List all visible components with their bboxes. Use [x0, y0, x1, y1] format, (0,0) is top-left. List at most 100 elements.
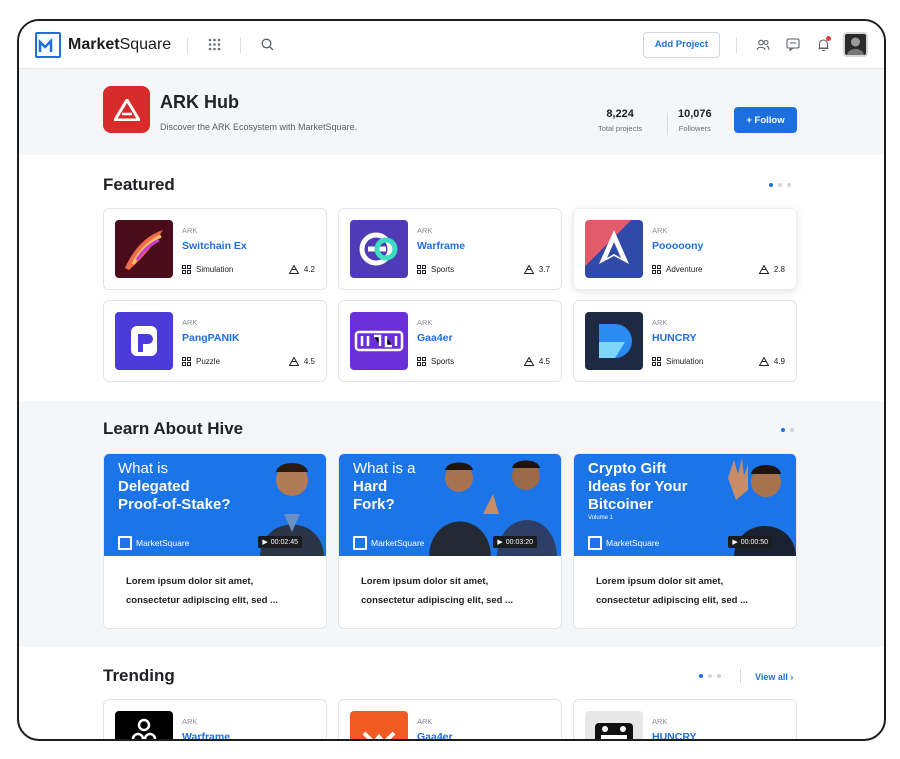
brand-logo[interactable]: MarketSquare	[35, 31, 172, 58]
video-duration: ▶ 00:03:20	[493, 536, 537, 548]
project-card[interactable]: ARK Gaa4er Sports 4.5	[338, 300, 562, 382]
follow-button[interactable]: + Follow	[734, 107, 797, 133]
divider	[736, 36, 737, 53]
video-thumbnail[interactable]: Crypto Gift Ideas for Your Bitcoiner Volume…	[574, 454, 796, 556]
marketsquare-watermark: MarketSquare	[588, 536, 659, 550]
divider	[240, 36, 242, 53]
learn-title: Learn About Hive	[103, 419, 244, 438]
video-thumbnail[interactable]: What is Delegated Proof-of-Stake? MarketSq…	[104, 454, 326, 556]
presenter-image	[429, 460, 557, 556]
featured-pagination	[769, 183, 791, 187]
project-card[interactable]: ARK Pooooony Adventure 2.8	[573, 208, 797, 290]
project-rating: 4.2	[288, 265, 315, 274]
view-all-link[interactable]: View all ›	[755, 672, 793, 682]
category-icon	[652, 357, 661, 366]
chat-icon[interactable]	[783, 35, 803, 55]
project-org: ARK	[182, 318, 198, 327]
project-name[interactable]: Pooooony	[652, 240, 703, 252]
marketsquare-watermark: MarketSquare	[353, 536, 424, 550]
project-name[interactable]: Gaa4er	[417, 332, 453, 344]
project-thumbnail	[350, 312, 408, 370]
project-genre: Sports	[417, 357, 454, 366]
project-card[interactable]: ARK Warframe	[103, 699, 327, 739]
project-name[interactable]: Warframe	[417, 240, 465, 252]
rating-icon	[523, 265, 534, 274]
video-description: Lorem ipsum dolor sit amet, consectetur a…	[361, 576, 514, 606]
video-description: Lorem ipsum dolor sit amet, consectetur a…	[596, 576, 749, 606]
project-org: ARK	[417, 318, 433, 327]
video-title: Crypto Gift Ideas for Your Bitcoiner Volume…	[588, 460, 688, 521]
video-description: Lorem ipsum dolor sit amet, consectetur a…	[126, 576, 279, 606]
rating-icon	[758, 357, 769, 366]
project-card[interactable]: ARK Switchain Ex Simulation 4.2	[103, 208, 327, 290]
project-rating: 4.5	[523, 357, 550, 366]
hub-header: ARK Hub Discover the ARK Ecosystem with …	[19, 69, 884, 155]
project-genre: Sports	[417, 265, 454, 274]
category-icon	[182, 265, 191, 274]
bell-icon[interactable]	[813, 35, 833, 55]
video-card[interactable]: Crypto Gift Ideas for Your Bitcoiner Volume…	[573, 453, 797, 629]
project-name[interactable]: HUNCRY	[652, 731, 697, 739]
marketsquare-logo-icon	[353, 536, 367, 550]
project-card[interactable]: ARK HUNCRY Simulation 4.9	[573, 300, 797, 382]
marketsquare-logo-icon	[588, 536, 602, 550]
project-card[interactable]: ARK Warframe Sports 3.7	[338, 208, 562, 290]
notification-dot	[826, 35, 831, 41]
rating-icon	[288, 265, 299, 274]
marketsquare-logo-icon	[35, 31, 61, 58]
project-rating: 3.7	[523, 265, 550, 274]
video-thumbnail[interactable]: What is a Hard Fork? MarketSquare ▶ 00:03:2…	[339, 454, 561, 556]
people-icon[interactable]	[753, 35, 773, 55]
video-title: What is a Hard Fork?	[353, 460, 416, 513]
category-icon	[417, 265, 426, 274]
play-icon: ▶	[262, 539, 268, 546]
project-name[interactable]: PangPANIK	[182, 332, 240, 344]
rating-icon	[288, 357, 299, 366]
pagination-dot[interactable]	[717, 674, 721, 678]
project-name[interactable]: Gaa4er	[417, 731, 453, 739]
video-card[interactable]: What is Delegated Proof-of-Stake? MarketSq…	[103, 453, 327, 629]
project-thumbnail	[115, 220, 173, 278]
video-duration: ▶ 00:02:45	[258, 536, 302, 548]
pagination-dot[interactable]	[769, 183, 773, 187]
project-name[interactable]: Warframe	[182, 731, 230, 739]
project-thumbnail	[585, 711, 643, 739]
avatar[interactable]	[843, 32, 868, 57]
add-project-button[interactable]: Add Project	[642, 31, 720, 58]
project-org: ARK	[417, 226, 433, 235]
video-title: What is Delegated Proof-of-Stake?	[118, 460, 231, 513]
pagination-dot[interactable]	[790, 428, 794, 432]
play-icon: ▶	[732, 539, 738, 546]
project-card[interactable]: ARK PangPANIK Puzzle 4.5	[103, 300, 327, 382]
rating-icon	[523, 357, 534, 366]
divider	[667, 113, 668, 135]
search-icon[interactable]	[257, 35, 277, 55]
project-org: ARK	[417, 717, 433, 726]
project-name[interactable]: HUNCRY	[652, 332, 697, 344]
project-thumbnail	[585, 312, 643, 370]
learn-pagination	[781, 428, 794, 432]
pagination-dot[interactable]	[787, 183, 791, 187]
video-card[interactable]: What is a Hard Fork? MarketSquare ▶ 00:03:2…	[338, 453, 562, 629]
top-bar: MarketSquare Add Project	[19, 21, 884, 69]
project-name[interactable]: Switchain Ex	[182, 240, 247, 252]
pagination-dot[interactable]	[699, 674, 703, 678]
divider	[740, 669, 741, 683]
project-org: ARK	[182, 226, 198, 235]
brand-name: MarketSquare	[68, 35, 172, 53]
trending-title: Trending	[103, 666, 175, 685]
project-org: ARK	[652, 226, 668, 235]
page-title: ARK Hub	[160, 92, 239, 112]
pagination-dot[interactable]	[708, 674, 712, 678]
project-rating: 4.5	[288, 357, 315, 366]
category-icon	[652, 265, 661, 274]
pagination-dot[interactable]	[778, 183, 782, 187]
project-org: ARK	[182, 717, 198, 726]
grid-icon[interactable]	[204, 35, 224, 55]
learn-section: Learn About Hive What is Delegated Proof-o…	[19, 401, 884, 647]
rating-icon	[758, 265, 769, 274]
project-card[interactable]: ARK HUNCRY	[573, 699, 797, 739]
pagination-dot[interactable]	[781, 428, 785, 432]
total-projects-label: Total projects	[598, 124, 643, 133]
project-card[interactable]: ARK Gaa4er	[338, 699, 562, 739]
